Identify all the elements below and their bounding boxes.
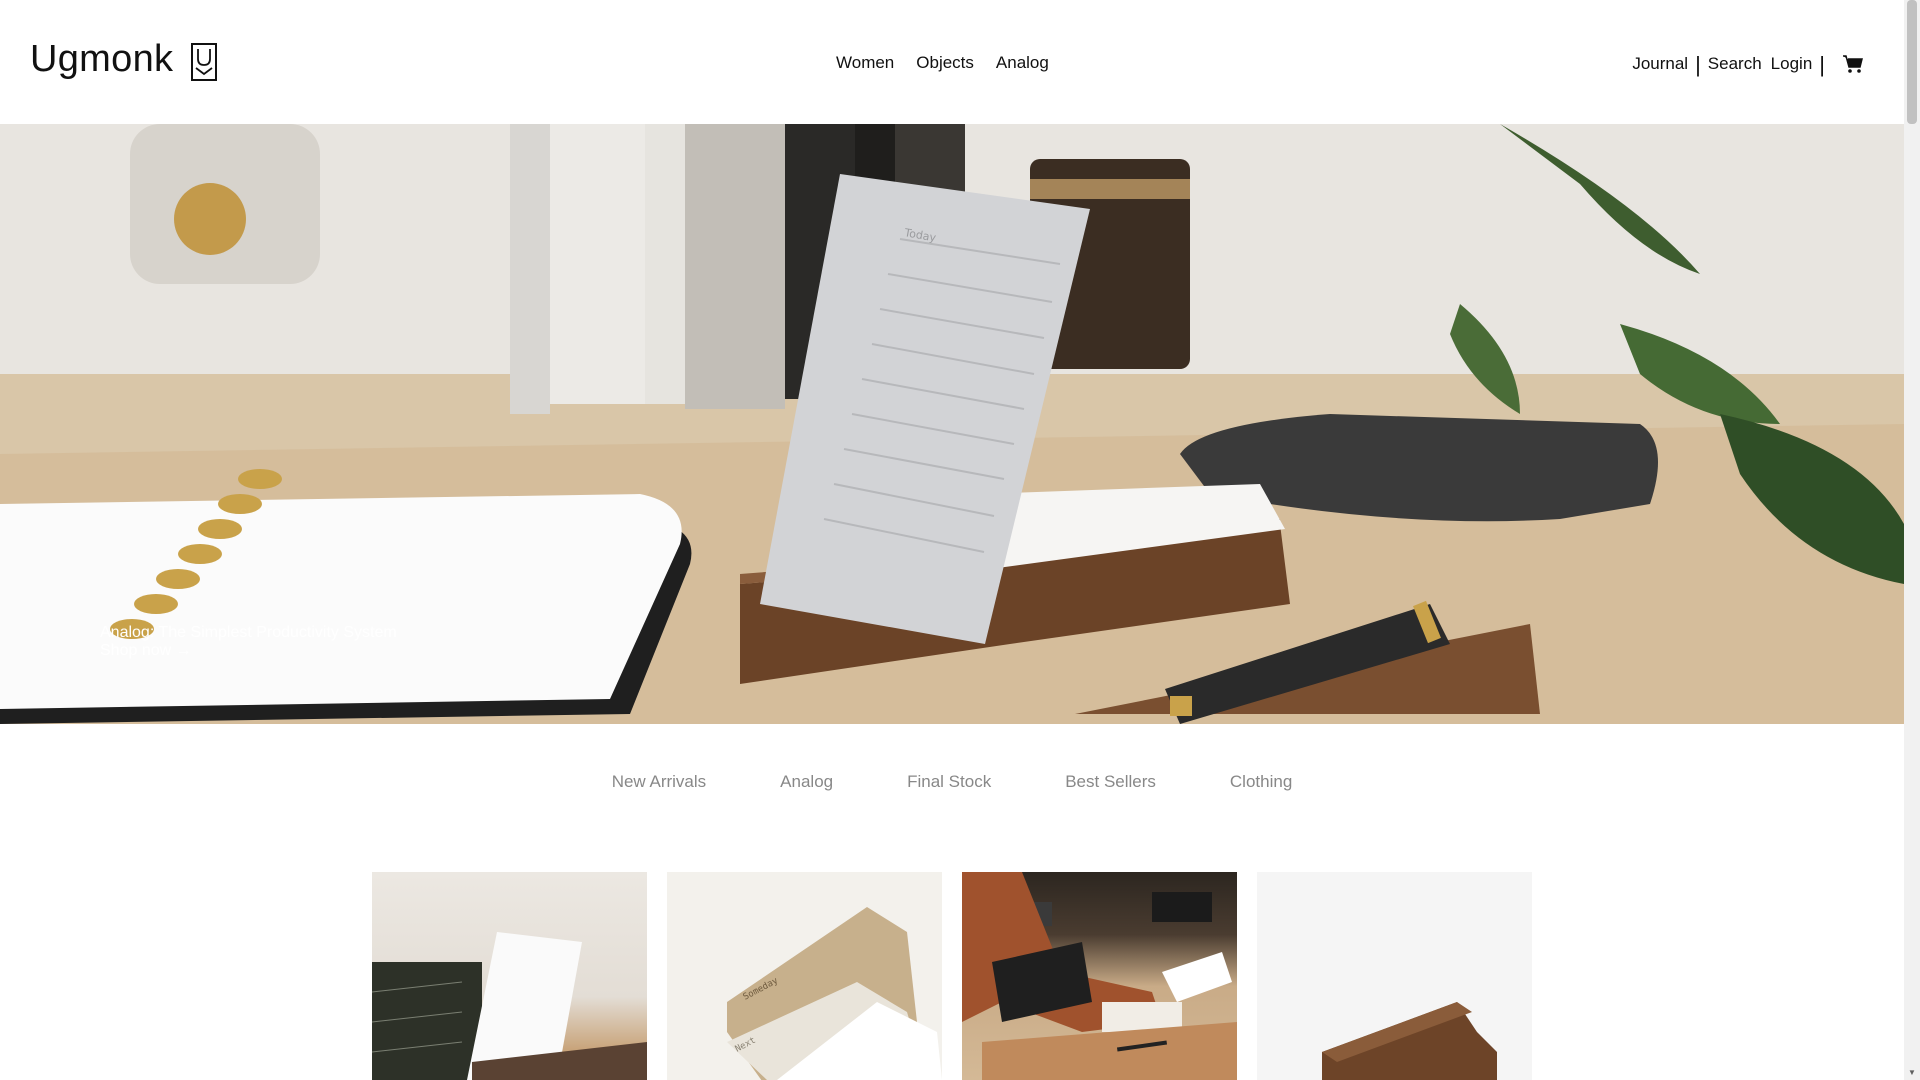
product-card[interactable]	[962, 872, 1237, 1080]
tab-clothing[interactable]: Clothing	[1230, 772, 1292, 792]
tab-best-sellers[interactable]: Best Sellers	[1065, 772, 1156, 792]
nav-women[interactable]: Women	[836, 53, 894, 73]
main-nav: Women Objects Analog	[836, 53, 1049, 73]
tab-analog[interactable]: Analog	[780, 772, 833, 792]
tab-final-stock[interactable]: Final Stock	[907, 772, 991, 792]
product-image: Someday Next	[727, 907, 942, 1080]
nav-separator: |	[1695, 51, 1701, 77]
product-image	[962, 872, 1237, 1080]
hero-headline: Analog: The Simplest Productivity System	[100, 624, 397, 641]
utility-nav: Journal | Search Login |	[1632, 51, 1864, 77]
brand-name: Ugmonk	[30, 38, 174, 80]
site-header: Ugmonk Women Objects Analog Journal | Se…	[0, 0, 1904, 124]
product-card[interactable]: Someday Next	[667, 872, 942, 1080]
page-scrollbar[interactable]: ▼	[1904, 0, 1920, 1080]
nav-separator: |	[1819, 51, 1825, 77]
product-image	[1322, 1002, 1497, 1080]
nav-login[interactable]: Login	[1771, 54, 1813, 74]
tab-new-arrivals[interactable]: New Arrivals	[612, 772, 706, 792]
scrollbar-thumb[interactable]	[1907, 0, 1917, 124]
cart-icon[interactable]	[1842, 54, 1864, 74]
hero-caption: Analog: The Simplest Productivity System…	[100, 624, 397, 660]
scroll-down-icon[interactable]: ▼	[1907, 1068, 1917, 1078]
nav-journal[interactable]: Journal	[1632, 54, 1688, 74]
product-card[interactable]	[1257, 872, 1532, 1080]
nav-search[interactable]: Search	[1708, 54, 1762, 74]
ugmonk-u-mark-icon	[191, 42, 218, 81]
product-image	[372, 932, 647, 1080]
nav-objects[interactable]: Objects	[916, 53, 974, 73]
product-card[interactable]	[372, 872, 647, 1080]
category-tabs: New Arrivals Analog Final Stock Best Sel…	[0, 772, 1904, 792]
hero-banner[interactable]: Today Analog: The Simplest Productivity …	[0, 124, 1904, 724]
nav-analog[interactable]: Analog	[996, 53, 1049, 73]
brand-logo[interactable]: Ugmonk	[30, 38, 218, 81]
product-grid: Someday Next	[372, 872, 1532, 1080]
hero-shop-now-link[interactable]: Shop now →	[100, 642, 397, 660]
